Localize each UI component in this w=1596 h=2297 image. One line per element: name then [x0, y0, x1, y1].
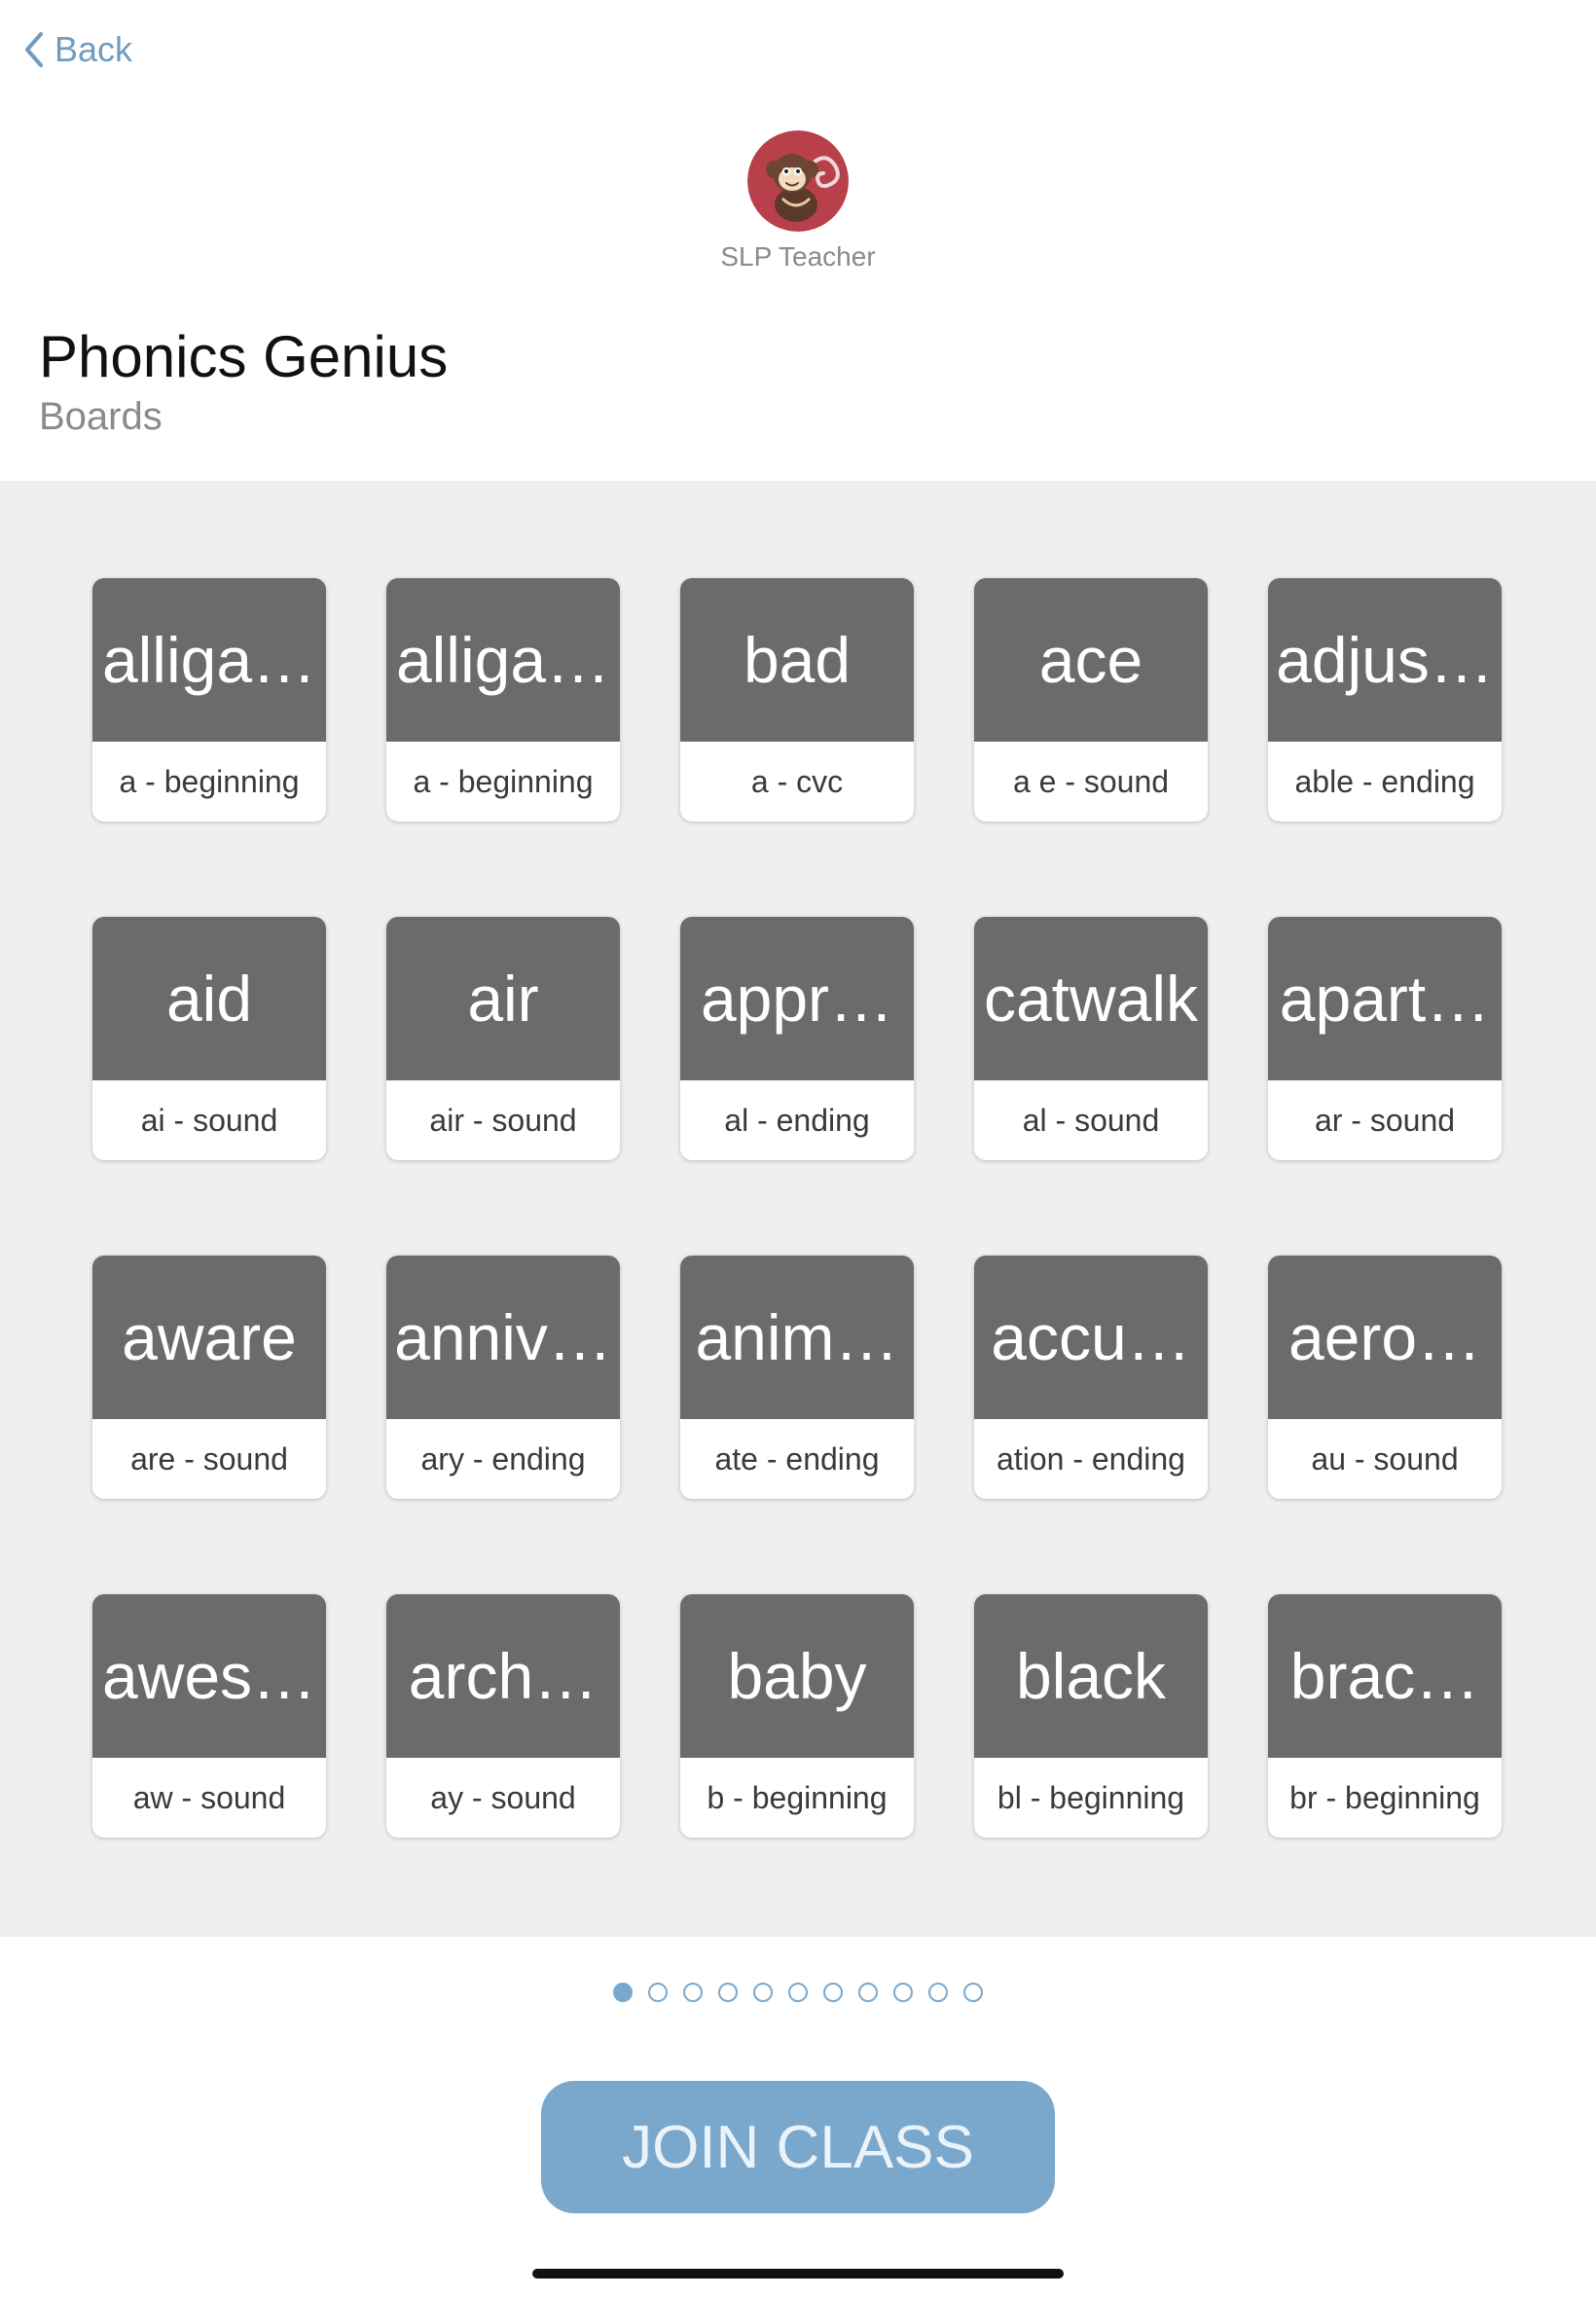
board-card[interactable]: brac… br - beginning — [1268, 1594, 1502, 1838]
board-label: air - sound — [429, 1102, 577, 1138]
board-card[interactable]: ace a e - sound — [974, 578, 1208, 821]
page-title: Phonics Genius — [39, 324, 449, 389]
monkey-avatar-icon — [747, 130, 849, 232]
board-label: au - sound — [1311, 1440, 1459, 1477]
join-class-button[interactable]: JOIN CLASS — [541, 2081, 1055, 2213]
board-card[interactable]: anniv… ary - ending — [386, 1256, 620, 1499]
board-card[interactable]: baby b - beginning — [680, 1594, 914, 1838]
board-word: aware — [92, 1256, 326, 1419]
board-word: alliga… — [92, 578, 326, 742]
chevron-left-icon — [23, 30, 45, 69]
board-card[interactable]: black bl - beginning — [974, 1594, 1208, 1838]
board-card[interactable]: appr… al - ending — [680, 917, 914, 1160]
board-word: black — [974, 1594, 1208, 1758]
board-card[interactable]: arch… ay - sound — [386, 1594, 620, 1838]
page-dot[interactable] — [823, 1983, 843, 2002]
page-dot[interactable] — [753, 1983, 773, 2002]
page-dot[interactable] — [963, 1983, 983, 2002]
page-dot[interactable] — [858, 1983, 878, 2002]
board-word: catwalk — [974, 917, 1208, 1080]
board-word: accu… — [974, 1256, 1208, 1419]
board-card[interactable]: alliga… a - beginning — [92, 578, 326, 821]
board-word: anniv… — [386, 1256, 620, 1419]
board-label: a e - sound — [1012, 763, 1170, 799]
board-card[interactable]: bad a - cvc — [680, 578, 914, 821]
board-label: ary - ending — [420, 1440, 586, 1477]
board-card[interactable]: awes… aw - sound — [92, 1594, 326, 1838]
board-word: ace — [974, 578, 1208, 742]
board-word: baby — [680, 1594, 914, 1758]
page-dot[interactable] — [893, 1983, 913, 2002]
board-label: ar - sound — [1314, 1102, 1456, 1138]
board-word: anim… — [680, 1256, 914, 1419]
board-card[interactable]: alliga… a - beginning — [386, 578, 620, 821]
board-label: a - beginning — [119, 763, 300, 799]
board-label: b - beginning — [707, 1779, 888, 1815]
board-card[interactable]: air air - sound — [386, 917, 620, 1160]
board-word: brac… — [1268, 1594, 1502, 1758]
back-button[interactable]: Back — [23, 25, 132, 74]
board-label: are - sound — [130, 1440, 288, 1477]
board-label: a - cvc — [750, 763, 844, 799]
board-word: adjus… — [1268, 578, 1502, 742]
board-label: ai - sound — [140, 1102, 278, 1138]
page-dot[interactable] — [613, 1983, 633, 2002]
home-indicator — [532, 2269, 1064, 2279]
page-dot[interactable] — [788, 1983, 808, 2002]
board-label: bl - beginning — [997, 1779, 1185, 1815]
board-card[interactable]: aid ai - sound — [92, 917, 326, 1160]
board-card[interactable]: accu… ation - ending — [974, 1256, 1208, 1499]
board-word: air — [386, 917, 620, 1080]
page-dot[interactable] — [928, 1983, 948, 2002]
board-card[interactable]: aero… au - sound — [1268, 1256, 1502, 1499]
board-word: appr… — [680, 917, 914, 1080]
board-card[interactable]: adjus… able - ending — [1268, 578, 1502, 821]
back-label: Back — [54, 29, 133, 69]
board-label: able - ending — [1294, 763, 1475, 799]
boards-grid: alliga… a - beginning alliga… a - beginn… — [92, 578, 1502, 1838]
board-label: al - sound — [1022, 1102, 1160, 1138]
board-word: aero… — [1268, 1256, 1502, 1419]
boards-grid-area: alliga… a - beginning alliga… a - beginn… — [0, 481, 1596, 1937]
board-label: ation - ending — [997, 1440, 1185, 1477]
owner-name: SLP Teacher — [720, 241, 876, 272]
pagination-dots — [0, 1983, 1596, 2002]
board-word: bad — [680, 578, 914, 742]
board-card[interactable]: catwalk al - sound — [974, 917, 1208, 1160]
board-label: ay - sound — [430, 1779, 576, 1815]
board-label: al - ending — [724, 1102, 870, 1138]
board-word: alliga… — [386, 578, 620, 742]
board-label: a - beginning — [413, 763, 594, 799]
board-word: awes… — [92, 1594, 326, 1758]
board-card[interactable]: aware are - sound — [92, 1256, 326, 1499]
page-subtitle: Boards — [39, 395, 163, 438]
board-word: aid — [92, 917, 326, 1080]
page-dot[interactable] — [648, 1983, 668, 2002]
board-label: br - beginning — [1289, 1779, 1480, 1815]
board-word: apart… — [1268, 917, 1502, 1080]
board-word: arch… — [386, 1594, 620, 1758]
board-card[interactable]: apart… ar - sound — [1268, 917, 1502, 1160]
board-label: ate - ending — [714, 1440, 880, 1477]
page-dot[interactable] — [718, 1983, 738, 2002]
board-label: aw - sound — [132, 1779, 286, 1815]
page-dot[interactable] — [683, 1983, 703, 2002]
board-card[interactable]: anim… ate - ending — [680, 1256, 914, 1499]
